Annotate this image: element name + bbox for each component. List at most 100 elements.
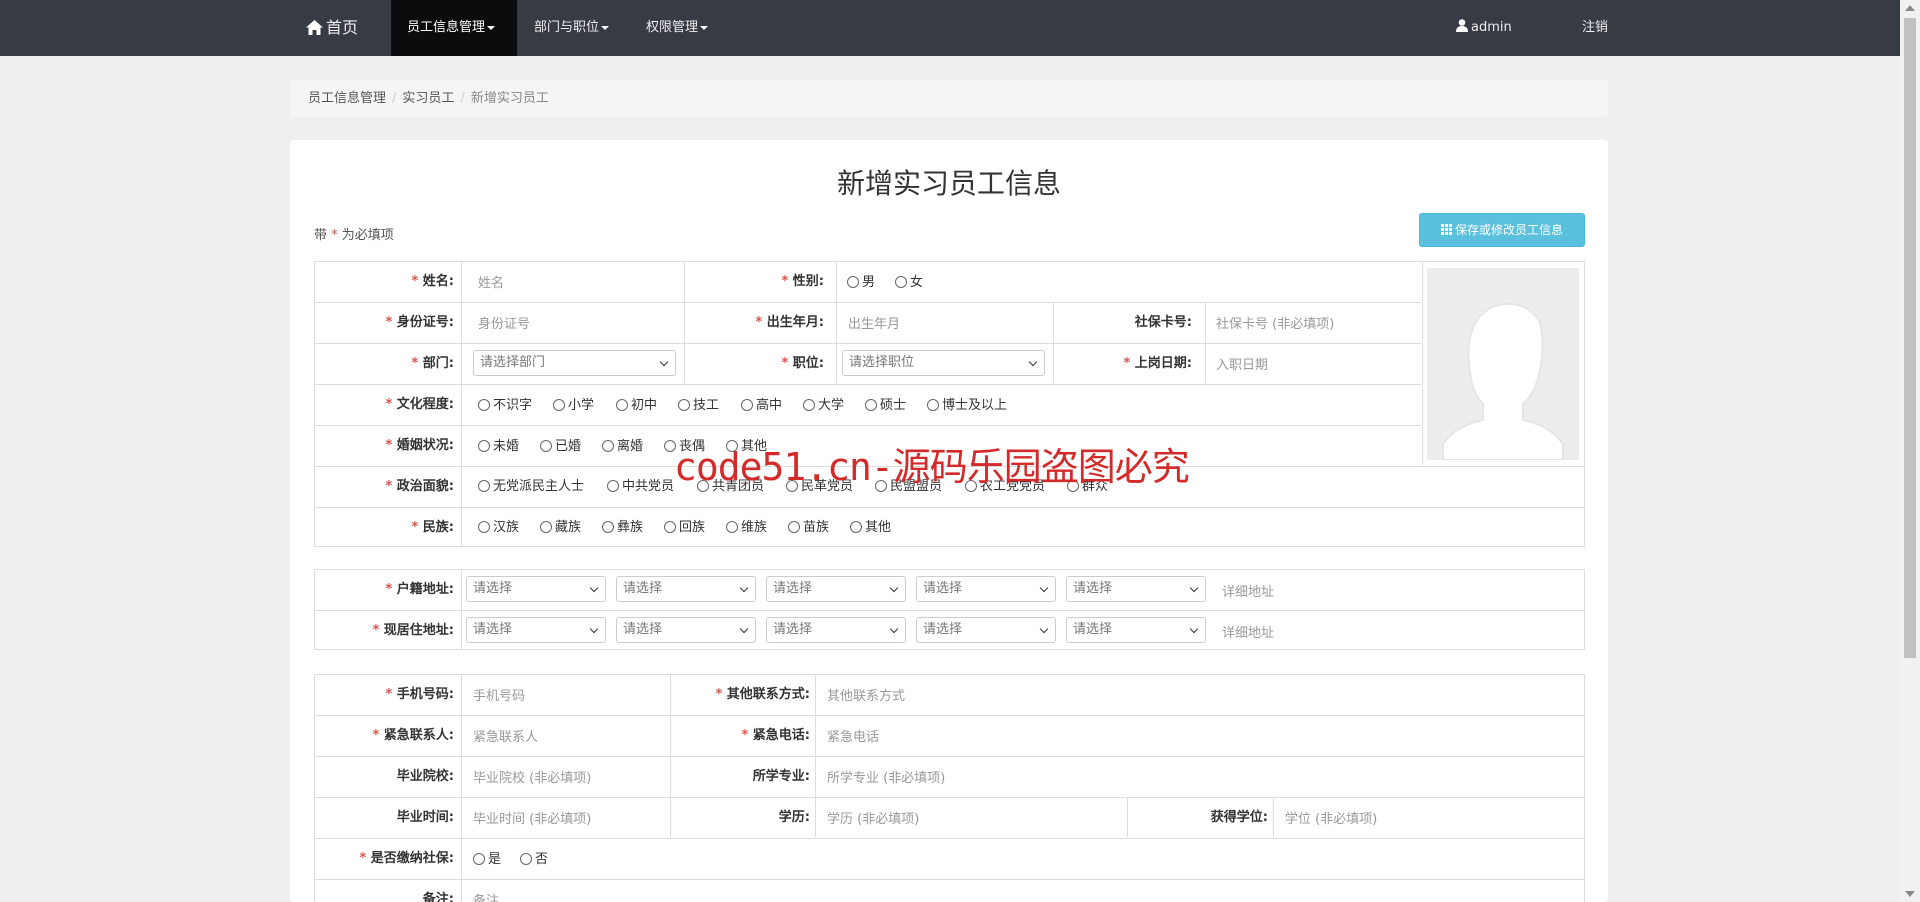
radio-circle-icon xyxy=(478,480,490,492)
social-insurance-radio-yes[interactable]: 是 xyxy=(473,850,501,870)
hukou-detail-input[interactable]: 详细地址 xyxy=(1222,581,1274,600)
radio-circle-icon xyxy=(803,399,815,411)
residence-town-select[interactable]: 请选择 xyxy=(916,617,1056,643)
nation-radio[interactable]: 藏族 xyxy=(540,518,581,538)
gender-radio-female[interactable]: 女 xyxy=(895,273,923,293)
education-radio[interactable]: 大学 xyxy=(803,396,844,416)
hire-date-label: * 上岗日期: xyxy=(1052,352,1192,371)
education-radio[interactable]: 硕士 xyxy=(865,396,906,416)
other-contact-input[interactable]: 其他联系方式 xyxy=(827,685,905,704)
col-divider xyxy=(1205,302,1206,383)
remark-input[interactable]: 备注 xyxy=(473,890,499,902)
politics-radio[interactable]: 中共党员 xyxy=(607,477,674,497)
social-insurance-radio-no[interactable]: 否 xyxy=(520,850,548,870)
radio-circle-icon xyxy=(602,521,614,533)
residence-village-select[interactable]: 请选择 xyxy=(1066,617,1206,643)
nav-logout[interactable]: 注销 xyxy=(1582,0,1608,56)
nav-home-label: 首页 xyxy=(326,18,359,37)
politics-radio[interactable]: 无党派民主人士 xyxy=(478,477,584,497)
education-radio[interactable]: 小学 xyxy=(553,396,594,416)
social-card-input[interactable]: 社保卡号 (非必填项) xyxy=(1216,313,1334,332)
birth-input[interactable]: 出生年月 xyxy=(848,313,900,332)
save-button[interactable]: 保存或修改员工信息 xyxy=(1419,213,1585,247)
academic-degree-label: 获得学位: xyxy=(1210,810,1268,825)
education-radio[interactable]: 初中 xyxy=(616,396,657,416)
required-star: * xyxy=(411,274,419,289)
marriage-radio[interactable]: 离婚 xyxy=(602,437,643,457)
row-divider xyxy=(315,715,1584,716)
caret-down-icon xyxy=(487,25,496,30)
vertical-scrollbar[interactable] xyxy=(1900,0,1920,902)
dept-select[interactable]: 请选择部门 xyxy=(473,350,676,376)
required-star: * xyxy=(385,315,393,330)
chevron-down-icon xyxy=(889,583,899,593)
position-select[interactable]: 请选择职位 xyxy=(842,350,1045,376)
hukou-town-select[interactable]: 请选择 xyxy=(916,576,1056,602)
radio-label: 初中 xyxy=(631,398,658,413)
academic-degree-input[interactable]: 学位 (非必填项) xyxy=(1285,808,1377,827)
marriage-radio[interactable]: 未婚 xyxy=(478,437,519,457)
nav-user[interactable]: admin xyxy=(1456,0,1512,56)
phone-input[interactable]: 手机号码 xyxy=(473,685,525,704)
residence-district-select[interactable]: 请选择 xyxy=(766,617,906,643)
school-input[interactable]: 毕业院校 (非必填项) xyxy=(473,767,591,786)
nation-radio[interactable]: 苗族 xyxy=(788,518,829,538)
residence-city-select[interactable]: 请选择 xyxy=(616,617,756,643)
emergency-phone-input[interactable]: 紧急电话 xyxy=(827,726,879,745)
hukou-label-text: 户籍地址: xyxy=(396,582,454,597)
nav-auth-label: 权限管理 xyxy=(646,20,699,35)
radio-label: 彝族 xyxy=(617,520,644,535)
education-radio[interactable]: 博士及以上 xyxy=(927,396,1007,416)
nav-dept-dropdown[interactable]: 部门与职位 xyxy=(534,0,610,56)
nation-radio[interactable]: 彝族 xyxy=(602,518,643,538)
residence-detail-input[interactable]: 详细地址 xyxy=(1222,622,1274,641)
nation-radio[interactable]: 汉族 xyxy=(478,518,519,538)
row-divider xyxy=(315,838,1584,839)
nav-auth-dropdown[interactable]: 权限管理 xyxy=(646,0,709,56)
remark-label: 备注: xyxy=(422,892,454,902)
scroll-up-arrow-icon[interactable] xyxy=(1905,5,1915,11)
scroll-down-arrow-icon[interactable] xyxy=(1905,891,1915,897)
nation-radio[interactable]: 维族 xyxy=(726,518,767,538)
hukou-province-select[interactable]: 请选择 xyxy=(466,576,606,602)
degree-input[interactable]: 学历 (非必填项) xyxy=(827,808,919,827)
hukou-village-select[interactable]: 请选择 xyxy=(1066,576,1206,602)
select-value: 请选择 xyxy=(473,622,513,637)
gender-radio-male[interactable]: 男 xyxy=(847,273,875,293)
hukou-city-select[interactable]: 请选择 xyxy=(616,576,756,602)
nav-employee-dropdown[interactable]: 员工信息管理 xyxy=(391,0,517,56)
row-divider xyxy=(315,425,1421,426)
nav-employee-label: 员工信息管理 xyxy=(407,20,486,35)
col-divider xyxy=(1273,797,1274,837)
education-radio[interactable]: 技工 xyxy=(678,396,719,416)
gender-label: * 性别: xyxy=(684,270,824,289)
form-panel: 新增实习员工信息 带 * 为必填项 保存或修改员工信息 * 姓名: 姓名 * 性… xyxy=(290,140,1608,902)
nation-radio[interactable]: 回族 xyxy=(664,518,705,538)
page-title: 新增实习员工信息 xyxy=(836,167,1061,200)
employee-photo[interactable] xyxy=(1427,268,1579,461)
hukou-district-select[interactable]: 请选择 xyxy=(766,576,906,602)
emergency-contact-input[interactable]: 紧急联系人 xyxy=(473,726,538,745)
radio-label: 中共党员 xyxy=(622,479,675,494)
education-radio[interactable]: 高中 xyxy=(741,396,782,416)
emergency-contact-label: * 紧急联系人: xyxy=(314,724,454,743)
idcard-input[interactable]: 身份证号 xyxy=(478,313,530,332)
row-divider xyxy=(315,384,1421,385)
grad-time-input[interactable]: 毕业时间 (非必填项) xyxy=(473,808,591,827)
radio-circle-icon xyxy=(520,853,532,865)
scrollbar-thumb[interactable] xyxy=(1904,18,1916,658)
chevron-down-icon xyxy=(1189,583,1199,593)
nation-radio[interactable]: 其他 xyxy=(850,518,891,538)
education-radio[interactable]: 不识字 xyxy=(478,396,532,416)
marriage-radio[interactable]: 已婚 xyxy=(540,437,581,457)
nav-dept-label: 部门与职位 xyxy=(534,20,600,35)
breadcrumb-item-employee[interactable]: 员工信息管理 xyxy=(308,91,386,106)
emergency-contact-label-text: 紧急联系人: xyxy=(383,728,454,743)
hire-date-input[interactable]: 入职日期 xyxy=(1216,354,1268,373)
name-input[interactable]: 姓名 xyxy=(478,272,504,291)
residence-province-select[interactable]: 请选择 xyxy=(466,617,606,643)
nav-home[interactable]: 首页 xyxy=(306,0,358,56)
required-star: * xyxy=(1123,356,1131,371)
major-input[interactable]: 所学专业 (非必填项) xyxy=(827,767,945,786)
breadcrumb-item-intern[interactable]: 实习员工 xyxy=(402,91,454,106)
